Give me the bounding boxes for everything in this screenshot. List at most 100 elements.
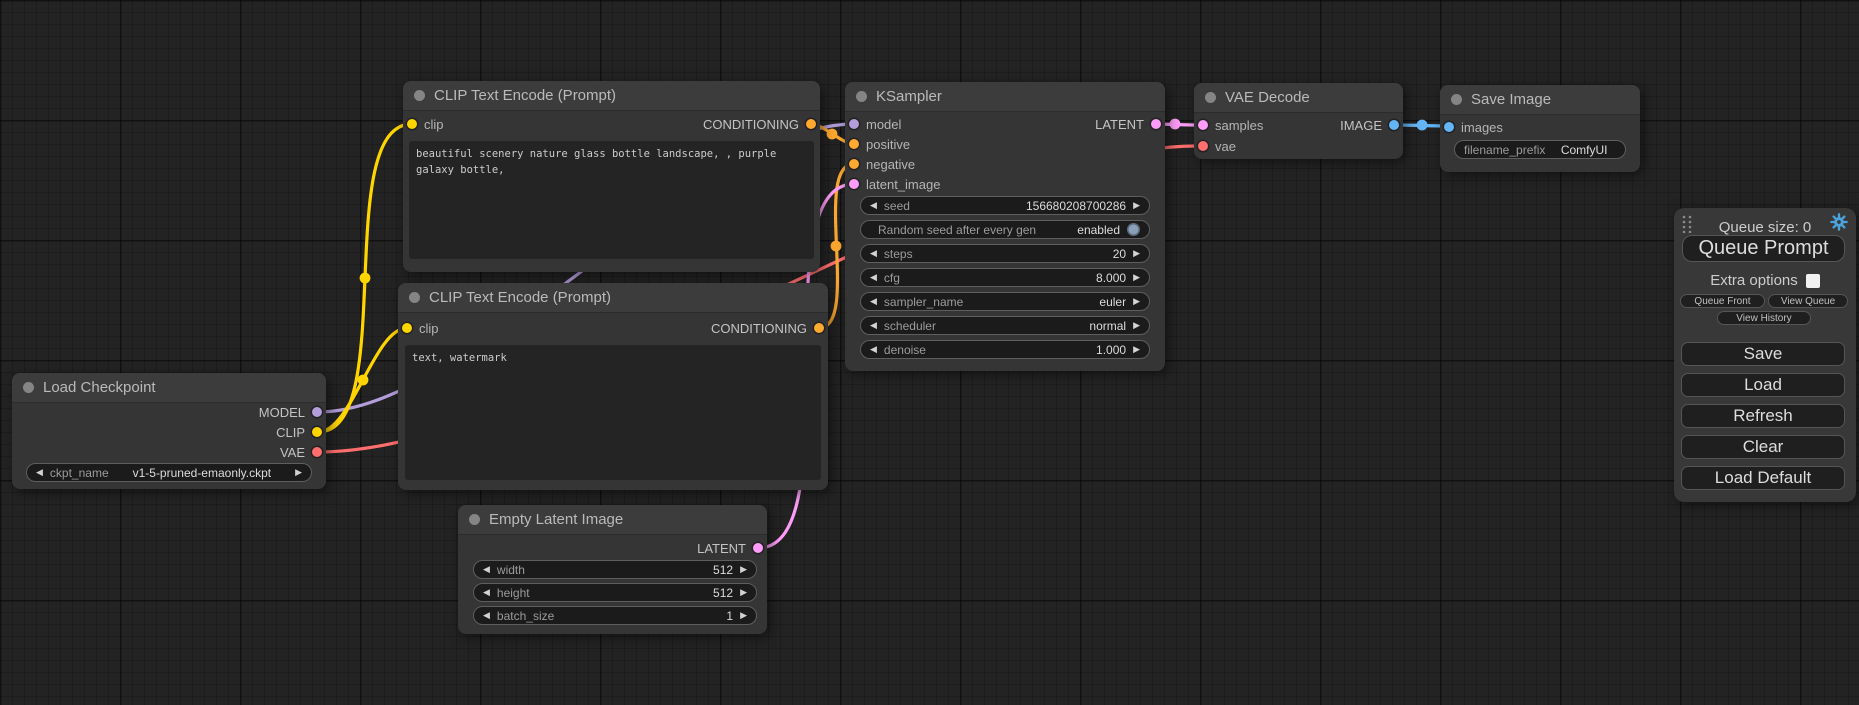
- output-label-clip: CLIP: [276, 425, 305, 440]
- widget-increment-arrow[interactable]: ▶: [740, 611, 747, 620]
- view-history-button[interactable]: View History: [1717, 311, 1811, 325]
- settings-gear-icon[interactable]: [1830, 213, 1848, 231]
- sampler-name-widget[interactable]: ◀ sampler_name euler ▶: [860, 292, 1150, 311]
- input-label-vae: vae: [1215, 139, 1236, 154]
- widget-increment-arrow[interactable]: ▶: [1133, 249, 1140, 258]
- widget-value: 512: [713, 586, 733, 600]
- node-load-checkpoint[interactable]: Load Checkpoint MODEL CLIP VAE ◀ ckpt_na…: [12, 373, 326, 489]
- load-default-label: Load Default: [1715, 468, 1811, 488]
- node-vae-decode[interactable]: VAE Decode samples IMAGE vae: [1194, 83, 1403, 159]
- output-label-latent: LATENT: [697, 541, 746, 556]
- node-empty-latent-image[interactable]: Empty Latent Image LATENT ◀ width 512 ▶ …: [458, 505, 767, 634]
- widget-value: 8.000: [1096, 271, 1126, 285]
- view-history-label: View History: [1736, 313, 1791, 324]
- random-seed-toggle-widget[interactable]: Random seed after every gen enabled: [860, 220, 1150, 239]
- collapse-dot-icon[interactable]: [856, 91, 867, 102]
- output-slot-vae[interactable]: [312, 447, 322, 457]
- widget-decrement-arrow[interactable]: ◀: [870, 273, 877, 282]
- filename-prefix-widget[interactable]: filename_prefix ComfyUI: [1454, 140, 1626, 159]
- wire-midpoint-dot: [831, 241, 842, 252]
- widget-decrement-arrow[interactable]: ◀: [870, 297, 877, 306]
- load-button[interactable]: Load: [1681, 373, 1845, 397]
- collapse-dot-icon[interactable]: [409, 292, 420, 303]
- widget-value: 512: [713, 563, 733, 577]
- collapse-dot-icon[interactable]: [1451, 94, 1462, 105]
- output-slot-clip[interactable]: [312, 427, 322, 437]
- widget-increment-arrow[interactable]: ▶: [740, 588, 747, 597]
- widget-value: enabled: [1077, 223, 1120, 237]
- extra-options-checkbox[interactable]: [1806, 274, 1820, 288]
- collapse-dot-icon[interactable]: [469, 514, 480, 525]
- widget-decrement-arrow[interactable]: ◀: [36, 468, 43, 477]
- widget-decrement-arrow[interactable]: ◀: [870, 201, 877, 210]
- node-title: CLIP Text Encode (Prompt): [429, 289, 611, 306]
- view-queue-button[interactable]: View Queue: [1768, 294, 1848, 308]
- clear-button[interactable]: Clear: [1681, 435, 1845, 459]
- input-slot-images[interactable]: [1444, 122, 1454, 132]
- width-widget[interactable]: ◀ width 512 ▶: [473, 560, 757, 579]
- output-slot-image[interactable]: [1389, 120, 1399, 130]
- output-slot-latent[interactable]: [753, 543, 763, 553]
- node-clip-text-encode-negative[interactable]: CLIP Text Encode (Prompt) clip CONDITION…: [398, 283, 828, 490]
- denoise-widget[interactable]: ◀ denoise 1.000 ▶: [860, 340, 1150, 359]
- widget-increment-arrow[interactable]: ▶: [1133, 345, 1140, 354]
- queue-prompt-button[interactable]: Queue Prompt: [1682, 235, 1845, 262]
- steps-widget[interactable]: ◀ steps 20 ▶: [860, 244, 1150, 263]
- save-button[interactable]: Save: [1681, 342, 1845, 366]
- widget-increment-arrow[interactable]: ▶: [740, 565, 747, 574]
- prompt-textarea[interactable]: text, watermark: [405, 345, 821, 480]
- node-title-bar[interactable]: Save Image: [1440, 85, 1640, 115]
- node-clip-text-encode-positive[interactable]: CLIP Text Encode (Prompt) clip CONDITION…: [403, 81, 820, 272]
- input-label-latent-image: latent_image: [866, 177, 940, 192]
- widget-increment-arrow[interactable]: ▶: [295, 468, 302, 477]
- output-label-image: IMAGE: [1340, 118, 1382, 133]
- node-title-bar[interactable]: KSampler: [845, 82, 1165, 112]
- refresh-button[interactable]: Refresh: [1681, 404, 1845, 428]
- toggle-knob-icon[interactable]: [1127, 223, 1140, 236]
- widget-decrement-arrow[interactable]: ◀: [483, 611, 490, 620]
- node-save-image[interactable]: Save Image images filename_prefix ComfyU…: [1440, 85, 1640, 172]
- wire-midpoint-dot: [1170, 119, 1181, 130]
- node-ksampler[interactable]: KSampler model LATENT positive negative …: [845, 82, 1165, 371]
- widget-decrement-arrow[interactable]: ◀: [870, 249, 877, 258]
- collapse-dot-icon[interactable]: [23, 382, 34, 393]
- node-title-bar[interactable]: Load Checkpoint: [12, 373, 326, 403]
- widget-increment-arrow[interactable]: ▶: [1133, 201, 1140, 210]
- prompt-textarea[interactable]: beautiful scenery nature glass bottle la…: [409, 141, 814, 259]
- output-slot-latent[interactable]: [1151, 119, 1161, 129]
- widget-decrement-arrow[interactable]: ◀: [870, 345, 877, 354]
- node-title-bar[interactable]: VAE Decode: [1194, 83, 1403, 113]
- queue-front-button[interactable]: Queue Front: [1680, 294, 1765, 308]
- node-title-bar[interactable]: CLIP Text Encode (Prompt): [398, 283, 828, 313]
- queue-size-label: Queue size: 0: [1674, 219, 1856, 236]
- widget-name: width: [497, 563, 525, 577]
- widget-increment-arrow[interactable]: ▶: [1133, 297, 1140, 306]
- input-slot-latent-image[interactable]: [849, 179, 859, 189]
- height-widget[interactable]: ◀ height 512 ▶: [473, 583, 757, 602]
- node-title-bar[interactable]: Empty Latent Image: [458, 505, 767, 535]
- node-graph-canvas[interactable]: Load Checkpoint MODEL CLIP VAE ◀ ckpt_na…: [0, 0, 1859, 705]
- input-slot-positive[interactable]: [849, 139, 859, 149]
- widget-name: batch_size: [497, 609, 554, 623]
- widget-decrement-arrow[interactable]: ◀: [870, 321, 877, 330]
- load-default-button[interactable]: Load Default: [1681, 466, 1845, 490]
- seed-widget[interactable]: ◀ seed 156680208700286 ▶: [860, 196, 1150, 215]
- widget-decrement-arrow[interactable]: ◀: [483, 565, 490, 574]
- output-label-conditioning: CONDITIONING: [711, 321, 807, 336]
- input-label-negative: negative: [866, 157, 915, 172]
- widget-increment-arrow[interactable]: ▶: [1133, 273, 1140, 282]
- batch-size-widget[interactable]: ◀ batch_size 1 ▶: [473, 606, 757, 625]
- collapse-dot-icon[interactable]: [1205, 92, 1216, 103]
- output-slot-model[interactable]: [312, 407, 322, 417]
- cfg-widget[interactable]: ◀ cfg 8.000 ▶: [860, 268, 1150, 287]
- output-slot-conditioning[interactable]: [806, 119, 816, 129]
- node-title-bar[interactable]: CLIP Text Encode (Prompt): [403, 81, 820, 111]
- input-slot-negative[interactable]: [849, 159, 859, 169]
- output-slot-conditioning[interactable]: [814, 323, 824, 333]
- input-slot-vae[interactable]: [1198, 141, 1208, 151]
- widget-decrement-arrow[interactable]: ◀: [483, 588, 490, 597]
- collapse-dot-icon[interactable]: [414, 90, 425, 101]
- ckpt-name-widget[interactable]: ◀ ckpt_name v1-5-pruned-emaonly.ckpt ▶: [26, 463, 312, 482]
- widget-increment-arrow[interactable]: ▶: [1133, 321, 1140, 330]
- scheduler-widget[interactable]: ◀ scheduler normal ▶: [860, 316, 1150, 335]
